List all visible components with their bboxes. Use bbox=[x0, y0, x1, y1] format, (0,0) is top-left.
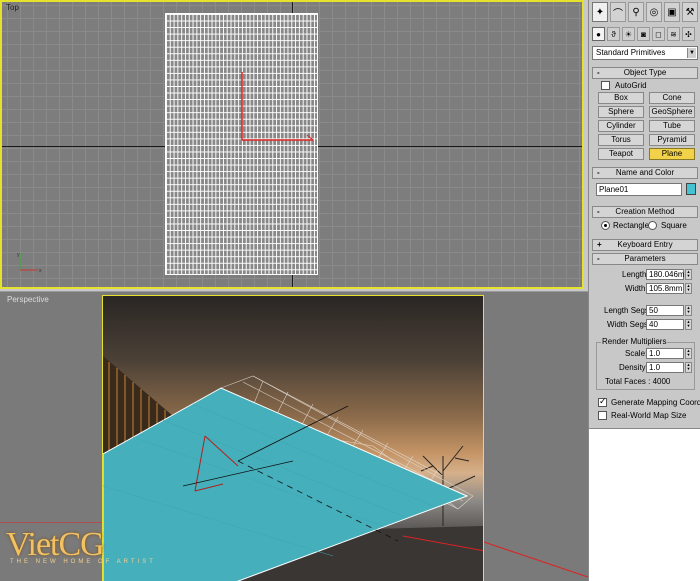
cone-button[interactable]: Cone bbox=[649, 92, 695, 104]
square-label: Square bbox=[661, 221, 687, 230]
top-viewport[interactable]: Top y x bbox=[0, 0, 584, 289]
viewport-label-perspective[interactable]: Perspective bbox=[7, 295, 49, 304]
object-name-field[interactable]: Plane01 bbox=[596, 183, 682, 196]
sphere-button[interactable]: Sphere bbox=[598, 106, 644, 118]
box-button[interactable]: Box bbox=[598, 92, 644, 104]
teapot-button[interactable]: Teapot bbox=[598, 148, 644, 160]
width-segs-label: Width Segs: bbox=[607, 320, 651, 329]
chevron-down-icon[interactable]: ▼ bbox=[687, 48, 696, 58]
scale-field[interactable]: 1.0 bbox=[646, 348, 684, 359]
rollout-name-color[interactable]: - Name and Color bbox=[592, 167, 698, 179]
tube-button[interactable]: Tube bbox=[649, 120, 695, 132]
length-label: Length: bbox=[622, 270, 649, 279]
total-faces-readout: Total Faces : 4000 bbox=[605, 377, 671, 386]
real-world-map-label: Real-World Map Size bbox=[611, 411, 687, 420]
generate-mapping-checkbox[interactable] bbox=[598, 396, 607, 407]
object-color-swatch[interactable] bbox=[686, 183, 696, 195]
width-field[interactable]: 105.8mm bbox=[646, 283, 684, 294]
length-segs-spinner-icon[interactable]: ▲ ▼ bbox=[685, 305, 692, 316]
hierarchy-tab-icon[interactable]: ⚲ bbox=[628, 2, 644, 22]
spacewarps-icon[interactable]: ≋ bbox=[667, 27, 680, 41]
real-world-map-checkbox[interactable] bbox=[598, 411, 607, 420]
axis-tripod-icon: y x bbox=[17, 252, 42, 274]
category-dropdown[interactable]: Standard Primitives ▼ bbox=[592, 46, 698, 60]
width-segs-field[interactable]: 40 bbox=[646, 319, 684, 330]
square-radio[interactable] bbox=[648, 221, 657, 230]
pyramid-button[interactable]: Pyramid bbox=[649, 134, 695, 146]
rollout-object-type[interactable]: - Object Type bbox=[592, 67, 698, 79]
panel-empty-area bbox=[589, 428, 700, 581]
create-tab-icon[interactable]: ✦ bbox=[592, 2, 608, 22]
perspective-render-scene bbox=[102, 295, 484, 581]
scale-spinner-icon[interactable]: ▲ ▼ bbox=[685, 348, 692, 359]
shapes-icon[interactable]: ϑ bbox=[607, 27, 620, 41]
lights-icon[interactable]: ☀ bbox=[622, 27, 635, 41]
geosphere-button[interactable]: GeoSphere bbox=[649, 106, 695, 118]
category-dropdown-value: Standard Primitives bbox=[596, 48, 666, 57]
density-label: Density: bbox=[619, 363, 648, 372]
logo-text: VietCG bbox=[6, 526, 105, 563]
scene-geometry bbox=[103, 356, 483, 581]
autogrid-label: AutoGrid bbox=[615, 81, 647, 90]
panel-tabs: ✦ ⌒ ⚲ ◎ ▣ ⚒ bbox=[592, 2, 698, 22]
rollout-creation-method[interactable]: - Creation Method bbox=[592, 206, 698, 218]
motion-tab-icon[interactable]: ◎ bbox=[646, 2, 662, 22]
watermark-logo: VietCG THE NEW HOME OF ARTIST bbox=[6, 526, 156, 566]
display-tab-icon[interactable]: ▣ bbox=[664, 2, 680, 22]
systems-icon[interactable]: ✣ bbox=[682, 27, 695, 41]
autogrid-checkbox[interactable] bbox=[601, 81, 610, 90]
length-segs-field[interactable]: 50 bbox=[646, 305, 684, 316]
logo-tagline: THE NEW HOME OF ARTIST bbox=[10, 559, 156, 565]
modify-tab-icon[interactable]: ⌒ bbox=[610, 2, 626, 22]
rollout-parameters[interactable]: - Parameters bbox=[592, 253, 698, 265]
viewport-label-top[interactable]: Top bbox=[6, 3, 19, 12]
rectangle-radio[interactable] bbox=[601, 221, 610, 230]
svg-text:x: x bbox=[39, 268, 42, 274]
scale-label: Scale: bbox=[625, 349, 648, 358]
density-field[interactable]: 1.0 bbox=[646, 362, 684, 373]
cylinder-button[interactable]: Cylinder bbox=[598, 120, 644, 132]
density-spinner-icon[interactable]: ▲ ▼ bbox=[685, 362, 692, 373]
length-segs-label: Length Segs: bbox=[604, 306, 652, 315]
grid-red-line-right bbox=[484, 541, 588, 578]
command-panel: ✦ ⌒ ⚲ ◎ ▣ ⚒ ● ϑ ☀ ◙ ◻ ≋ ✣ Standard Primi… bbox=[588, 0, 700, 581]
rollout-keyboard-entry[interactable]: + Keyboard Entry bbox=[592, 239, 698, 251]
width-spinner-icon[interactable]: ▲ ▼ bbox=[685, 283, 692, 294]
plane-object-top[interactable] bbox=[165, 13, 318, 275]
create-categories: ● ϑ ☀ ◙ ◻ ≋ ✣ bbox=[592, 27, 695, 41]
rectangle-label: Rectangle bbox=[613, 221, 650, 230]
length-spinner-icon[interactable]: ▲ ▼ bbox=[685, 269, 692, 280]
length-field[interactable]: 180.046m bbox=[646, 269, 685, 280]
generate-mapping-label: Generate Mapping Coords. bbox=[611, 398, 700, 407]
width-segs-spinner-icon[interactable]: ▲ ▼ bbox=[685, 319, 692, 330]
transform-gizmo-icon[interactable] bbox=[239, 72, 314, 142]
render-multipliers-label: Render Multipliers bbox=[601, 337, 668, 346]
torus-button[interactable]: Torus bbox=[598, 134, 644, 146]
helpers-icon[interactable]: ◻ bbox=[652, 27, 665, 41]
geometry-icon[interactable]: ● bbox=[592, 27, 605, 41]
width-label: Width: bbox=[625, 284, 648, 293]
utilities-tab-icon[interactable]: ⚒ bbox=[682, 2, 698, 22]
cameras-icon[interactable]: ◙ bbox=[637, 27, 650, 41]
plane-button[interactable]: Plane bbox=[649, 148, 695, 160]
